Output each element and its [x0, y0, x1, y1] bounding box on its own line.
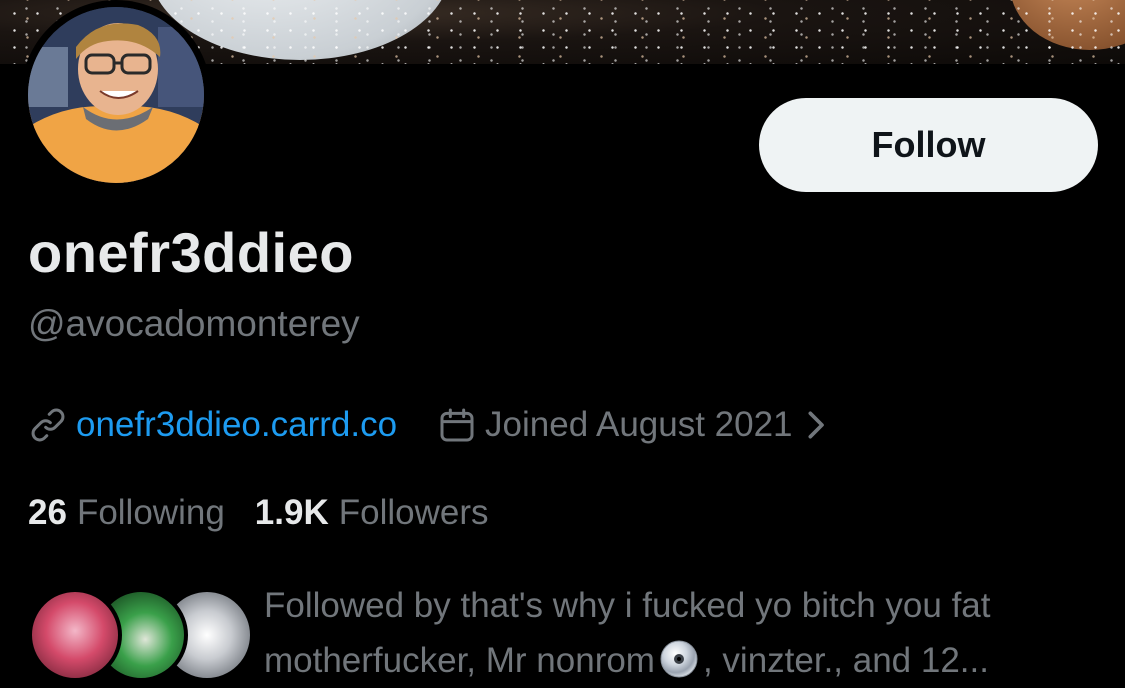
profile-meta: onefr3ddieo.carrd.co Joined August 2021: [28, 402, 831, 448]
user-handle: @avocadomonterey: [28, 303, 360, 344]
avatar-image: [28, 7, 204, 183]
followers-stat[interactable]: 1.9K Followers: [255, 493, 489, 533]
website-link[interactable]: onefr3ddieo.carrd.co: [76, 405, 397, 445]
following-stat[interactable]: 26 Following: [28, 493, 225, 533]
followed-by-section[interactable]: Followed by that's why i fucked yo bitch…: [28, 578, 1108, 686]
profile-avatar[interactable]: [21, 0, 211, 190]
joined-date[interactable]: Joined August 2021: [485, 405, 792, 445]
mutual-avatar: [28, 588, 122, 682]
link-icon: [31, 408, 65, 442]
followers-count: 1.9K: [254, 493, 329, 532]
followed-by-more: , vinzter., and 12...: [702, 641, 989, 680]
mutual-avatars: [28, 588, 254, 682]
chevron-right-icon[interactable]: [803, 405, 831, 445]
cd-icon: [660, 640, 698, 678]
follow-button[interactable]: Follow: [759, 98, 1098, 192]
followed-by-text: Followed by that's why i fucked yo bitch…: [264, 578, 1084, 688]
follow-stats: 26 Following 1.9K Followers: [28, 490, 519, 536]
calendar-icon: [440, 408, 474, 442]
followers-label: Followers: [338, 493, 489, 532]
following-count: 26: [28, 493, 67, 532]
display-name: onefr3ddieo: [28, 221, 354, 284]
following-label: Following: [76, 493, 225, 532]
